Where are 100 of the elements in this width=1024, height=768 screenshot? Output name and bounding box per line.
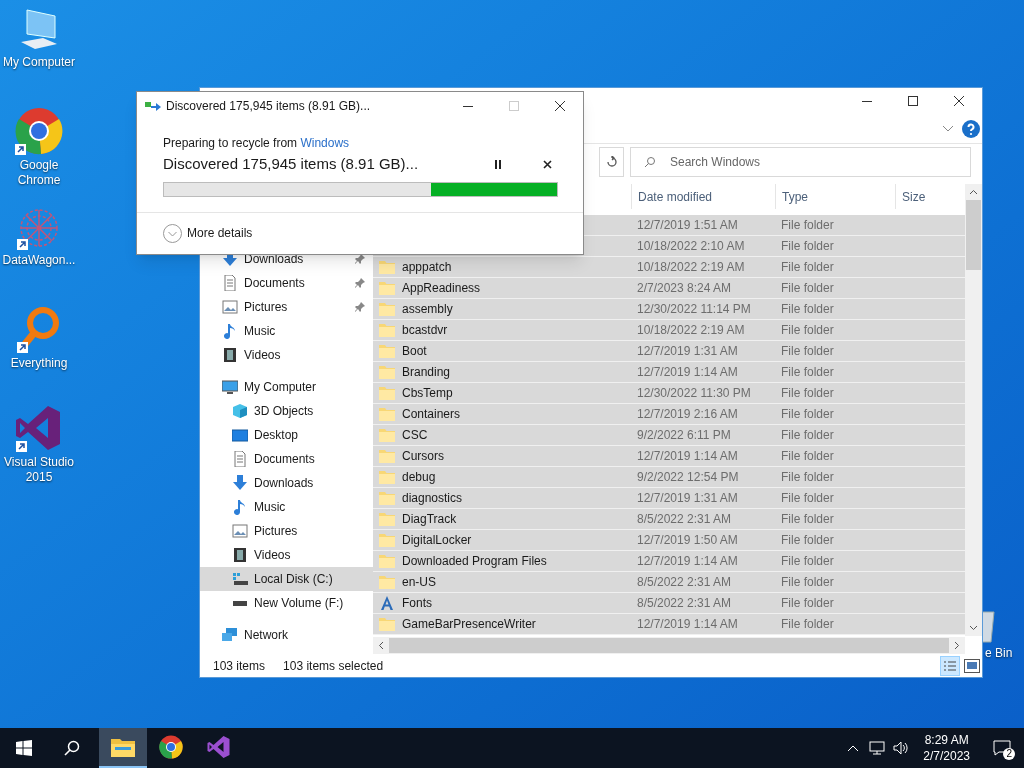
nav-item[interactable]: Local Disk (C:)	[200, 567, 373, 591]
search-field[interactable]: Search Windows	[630, 146, 971, 177]
nav-item[interactable]: Music	[200, 319, 373, 343]
nav-item[interactable]: Videos	[200, 543, 373, 567]
desktop-icon-label[interactable]: Visual Studio 2015	[1, 455, 77, 485]
notification-count: 2	[1003, 748, 1015, 760]
more-details-button[interactable]: More details	[163, 223, 253, 243]
file-row[interactable]: DiagTrack 8/5/2022 2:31 AM File folder	[373, 509, 965, 530]
file-row[interactable]: diagnostics 12/7/2019 1:31 AM File folder	[373, 488, 965, 509]
file-row[interactable]: Cursors 12/7/2019 1:14 AM File folder	[373, 446, 965, 467]
chrome-logo-icon	[159, 735, 183, 759]
nav-item[interactable]: Network	[200, 623, 373, 647]
speaker-icon[interactable]	[893, 741, 910, 755]
refresh-button[interactable]	[599, 146, 624, 177]
file-row[interactable]: assembly 12/30/2022 11:14 PM File folder	[373, 299, 965, 320]
cube-icon	[232, 403, 248, 419]
folder-icon	[379, 554, 395, 568]
nav-item[interactable]: New Volume (F:)	[200, 591, 373, 615]
large-icons-view-icon[interactable]	[964, 658, 980, 673]
network-icon	[222, 627, 238, 643]
dialog-title: Discovered 175,945 items (8.91 GB)...	[166, 98, 371, 115]
maximize-icon	[509, 101, 519, 111]
nav-item[interactable]: Documents	[200, 447, 373, 471]
refresh-icon	[605, 155, 618, 168]
search-icon	[64, 740, 80, 756]
pause-icon[interactable]	[494, 159, 502, 169]
chrome-logo-icon	[15, 107, 63, 155]
folder-icon	[379, 386, 395, 400]
folder-icon	[379, 512, 395, 526]
column-header[interactable]: Date modified	[631, 184, 775, 209]
monitor-icon	[222, 379, 238, 395]
file-row[interactable]: Boot 12/7/2019 1:31 AM File folder	[373, 341, 965, 362]
chevron-right-icon	[954, 641, 960, 650]
file-row[interactable]: bcastdvr 10/18/2022 2:19 AM File folder	[373, 320, 965, 341]
folder-icon	[379, 491, 395, 505]
picture-icon	[232, 523, 248, 539]
maximize-icon	[908, 96, 918, 106]
folder-icon	[379, 470, 395, 484]
file-row[interactable]: CSC 9/2/2022 6:11 PM File folder	[373, 425, 965, 446]
chevron-down-icon	[969, 625, 978, 631]
file-row[interactable]: debug 9/2/2022 12:54 PM File folder	[373, 467, 965, 488]
clock-time[interactable]: 8:29 AM	[924, 732, 969, 748]
document-icon	[222, 275, 238, 291]
file-row[interactable]: Fonts 8/5/2022 2:31 AM File folder	[373, 593, 965, 614]
file-move-icon	[145, 100, 161, 112]
status-text: 103 items	[213, 657, 266, 675]
network-icon[interactable]	[869, 741, 886, 755]
file-row[interactable]: en-US 8/5/2022 2:31 AM File folder	[373, 572, 965, 593]
folder-icon	[379, 323, 395, 337]
folder-icon	[379, 449, 395, 463]
horizontal-scrollbar[interactable]	[373, 637, 965, 654]
file-row[interactable]: Branding 12/7/2019 1:14 AM File folder	[373, 362, 965, 383]
chevron-left-icon	[378, 641, 384, 650]
search-icon	[644, 155, 656, 168]
scrollbar-thumb[interactable]	[389, 638, 949, 653]
music-note-icon	[222, 323, 238, 339]
nav-item[interactable]: Pictures	[200, 519, 373, 543]
folder-icon	[379, 281, 395, 295]
file-row[interactable]: AppReadiness 2/7/2023 8:24 AM File folder	[373, 278, 965, 299]
nav-item[interactable]: Pictures	[200, 295, 373, 319]
drive-icon	[232, 571, 248, 587]
music-note-icon	[232, 499, 248, 515]
desktop-icon-label[interactable]: DataWagon...	[1, 253, 77, 268]
film-icon	[222, 347, 238, 363]
nav-item[interactable]: Desktop	[200, 423, 373, 447]
close-icon[interactable]	[543, 159, 552, 169]
nav-item[interactable]: Downloads	[200, 471, 373, 495]
column-header[interactable]: Type	[775, 184, 895, 209]
close-icon	[954, 96, 964, 106]
taskbar-app[interactable]	[99, 728, 147, 768]
vertical-scrollbar[interactable]	[965, 184, 982, 636]
file-row[interactable]: Containers 12/7/2019 2:16 AM File folder	[373, 404, 965, 425]
scrollbar-thumb[interactable]	[966, 200, 981, 270]
file-row[interactable]: GameBarPresenceWriter 12/7/2019 1:14 AM File folder	[373, 614, 965, 635]
chevron-up-icon	[969, 189, 978, 195]
source-link[interactable]: Windows	[300, 136, 350, 150]
minimize-icon	[463, 105, 473, 107]
help-icon[interactable]	[962, 119, 980, 138]
speech-bubble-icon	[993, 740, 1011, 756]
chevron-down-icon[interactable]	[942, 124, 954, 133]
nav-item[interactable]: Documents	[200, 271, 373, 295]
clock-date[interactable]: 2/7/2023	[923, 748, 970, 764]
chevron-circle-icon	[163, 223, 182, 243]
file-row[interactable]: CbsTemp 12/30/2022 11:30 PM File folder	[373, 383, 965, 404]
file-row[interactable]: Downloaded Program Files 12/7/2019 1:14 AM File folder	[373, 551, 965, 572]
document-icon	[232, 451, 248, 467]
desktop-icon-label[interactable]: Everything	[1, 356, 77, 371]
desktop-icon-label[interactable]: My Computer	[1, 55, 77, 70]
file-row[interactable]: apppatch 10/18/2022 2:19 AM File folder	[373, 257, 965, 278]
nav-item[interactable]: Music	[200, 495, 373, 519]
desktop-icon	[232, 427, 248, 443]
nav-item[interactable]: My Computer	[200, 375, 373, 399]
desktop-icon-label[interactable]: Google Chrome	[1, 158, 77, 188]
star-pattern-icon	[17, 206, 61, 250]
nav-item[interactable]: Videos	[200, 343, 373, 367]
notification-button[interactable]: 2	[980, 728, 1024, 768]
nav-item[interactable]: 3D Objects	[200, 399, 373, 423]
desktop-icon-label[interactable]: e Bin	[985, 644, 1013, 662]
chevron-up-icon[interactable]	[847, 744, 860, 752]
file-row[interactable]: DigitalLocker 12/7/2019 1:50 AM File folder	[373, 530, 965, 551]
